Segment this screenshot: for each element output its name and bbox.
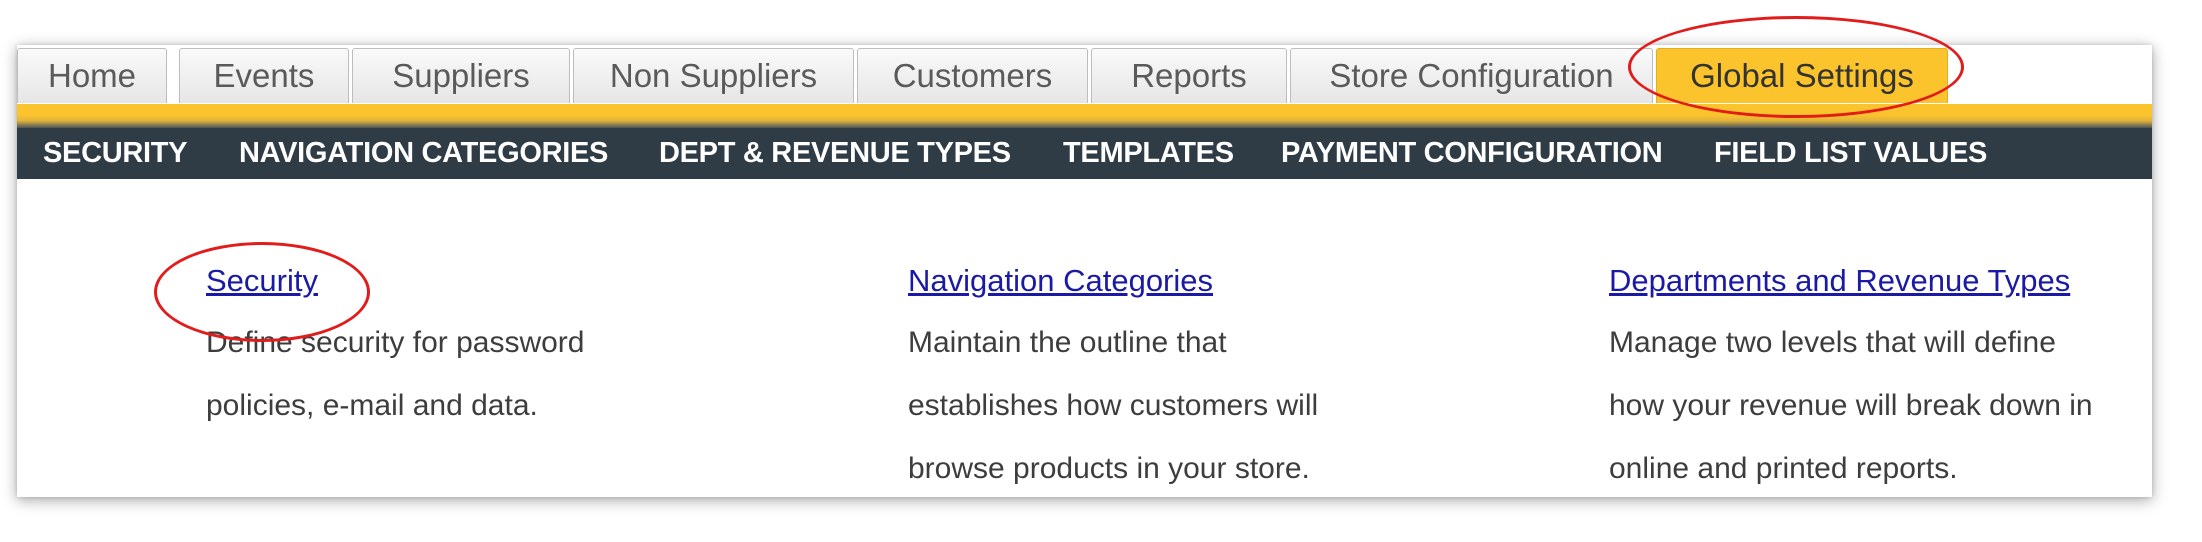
section-security: Security Define security for password po… xyxy=(206,263,666,451)
tab-non-suppliers[interactable]: Non Suppliers xyxy=(573,48,854,103)
navigation-categories-description: Maintain the outline that establishes ho… xyxy=(908,326,1319,485)
tab-global-settings[interactable]: Global Settings xyxy=(1656,48,1948,103)
tab-store-configuration[interactable]: Store Configuration xyxy=(1290,48,1653,103)
tab-reports[interactable]: Reports xyxy=(1091,48,1287,103)
departments-revenue-types-description: Manage two levels that will define how y… xyxy=(1609,326,2093,485)
navigation-categories-link[interactable]: Navigation Categories xyxy=(908,263,1378,299)
tab-events[interactable]: Events xyxy=(179,48,349,103)
departments-revenue-types-link[interactable]: Departments and Revenue Types xyxy=(1609,263,2109,299)
security-link[interactable]: Security xyxy=(206,263,666,299)
tab-suppliers[interactable]: Suppliers xyxy=(352,48,570,103)
tab-home[interactable]: Home xyxy=(17,48,167,103)
main-tab-bar: Home Events Suppliers Non Suppliers Cust… xyxy=(17,45,2152,104)
subnav-security[interactable]: SECURITY xyxy=(43,128,188,179)
subnav-payment-configuration[interactable]: PAYMENT CONFIGURATION xyxy=(1281,128,1663,179)
app-frame: Home Events Suppliers Non Suppliers Cust… xyxy=(17,45,2152,497)
sub-navigation: SECURITY NAVIGATION CATEGORIES DEPT & RE… xyxy=(17,128,2152,179)
section-navigation-categories: Navigation Categories Maintain the outli… xyxy=(908,263,1378,497)
subnav-navigation-categories[interactable]: NAVIGATION CATEGORIES xyxy=(239,128,608,179)
tab-customers[interactable]: Customers xyxy=(857,48,1088,103)
tab-underline-bar xyxy=(17,104,2152,128)
section-departments-revenue-types: Departments and Revenue Types Manage two… xyxy=(1609,263,2109,497)
security-description: Define security for password policies, e… xyxy=(206,326,585,422)
subnav-field-list-values[interactable]: FIELD LIST VALUES xyxy=(1714,128,1987,179)
subnav-dept-revenue-types[interactable]: DEPT & REVENUE TYPES xyxy=(659,128,1011,179)
subnav-templates[interactable]: TEMPLATES xyxy=(1063,128,1234,179)
